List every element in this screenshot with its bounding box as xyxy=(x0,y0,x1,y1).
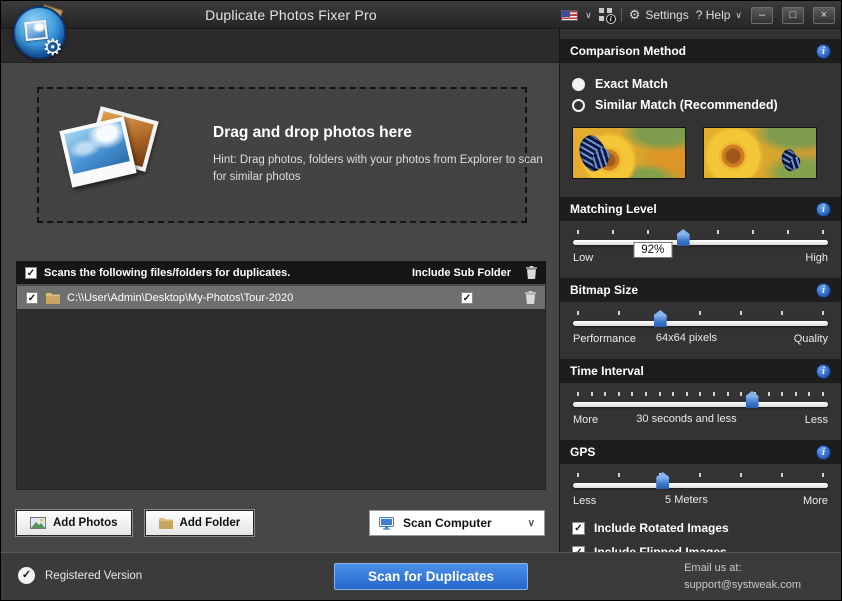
sample-image-left xyxy=(572,127,686,179)
time-interval-slider[interactable]: More Less 30 seconds and less xyxy=(560,383,841,430)
help-label: ? Help xyxy=(695,8,731,22)
slider-track[interactable] xyxy=(573,391,828,408)
language-chevron-icon[interactable]: ∨ xyxy=(585,10,592,21)
app-window: Duplicate Photos Fixer Pro ∨ i ⚙ Setting… xyxy=(0,0,842,601)
folder-icon xyxy=(46,292,60,304)
computer-icon xyxy=(379,516,394,530)
app-logo: ⚙ xyxy=(12,4,67,60)
select-all-checkbox[interactable] xyxy=(25,266,37,279)
include-rotated-option[interactable]: Include Rotated Images xyxy=(572,521,841,535)
footer-bar: ✓ Registered Version Scan for Duplicates… xyxy=(1,552,841,600)
comparison-method-header: Comparison Method i xyxy=(560,39,841,63)
radio-similar-match[interactable]: Similar Match (Recommended) xyxy=(572,98,829,112)
bitmap-size-info-icon[interactable]: i xyxy=(816,282,831,298)
slider-track[interactable] xyxy=(573,310,828,327)
bitmap-size-slider[interactable]: Performance Quality 64x64 pixels xyxy=(560,302,841,349)
file-list-header: Scans the following files/folders for du… xyxy=(16,261,546,284)
matching-level-slider[interactable]: 92% Low High xyxy=(560,221,841,268)
file-row[interactable]: C:\\User\Admin\Desktop\My-Photos\Tour-20… xyxy=(17,286,545,309)
titlebar: Duplicate Photos Fixer Pro ∨ i ⚙ Setting… xyxy=(1,1,841,29)
minimize-button[interactable]: – xyxy=(751,6,773,24)
radio-icon[interactable] xyxy=(572,98,585,112)
dropzone-hint: Hint: Drag photos, folders with your pho… xyxy=(213,153,543,183)
radio-exact-match[interactable]: Exact Match xyxy=(572,77,829,91)
settings-button[interactable]: ⚙ Settings xyxy=(629,7,689,23)
time-interval-header: Time Interval i xyxy=(560,359,841,383)
close-button[interactable]: × xyxy=(813,6,835,24)
support-email: Email us at: support@systweak.com xyxy=(684,560,801,594)
matching-level-info-icon[interactable]: i xyxy=(816,201,831,217)
system-info-icon[interactable]: i xyxy=(598,8,616,24)
app-title: Duplicate Photos Fixer Pro xyxy=(205,7,377,23)
add-photos-button[interactable]: Add Photos xyxy=(16,510,132,536)
dropdown-chevron-icon: ∨ xyxy=(527,517,535,529)
dropzone-title: Drag and drop photos here xyxy=(213,123,412,141)
logo-gear-icon: ⚙ xyxy=(42,34,63,60)
slider-track[interactable] xyxy=(573,472,828,489)
butterfly-shape xyxy=(779,147,802,173)
scan-target-dropdown[interactable]: Scan Computer ∨ xyxy=(369,510,545,536)
time-interval-value: 30 seconds and less xyxy=(636,413,737,425)
radio-icon[interactable] xyxy=(572,77,585,91)
titlebar-divider xyxy=(620,8,622,22)
folder-icon xyxy=(158,518,173,529)
add-folder-button[interactable]: Add Folder xyxy=(144,510,255,536)
gps-value: 5 Meters xyxy=(665,494,708,506)
sample-image-right xyxy=(703,127,817,179)
registered-version: ✓ Registered Version xyxy=(18,567,142,584)
delete-all-icon[interactable] xyxy=(526,266,537,279)
include-rotated-checkbox[interactable] xyxy=(572,521,585,535)
settings-label: Settings xyxy=(645,8,689,22)
gps-header: GPS i xyxy=(560,440,841,464)
info-badge-icon: i xyxy=(605,14,616,24)
comparison-info-icon[interactable]: i xyxy=(816,43,831,59)
scan-for-duplicates-button[interactable]: Scan for Duplicates xyxy=(334,563,528,590)
maximize-button[interactable]: □ xyxy=(782,6,804,24)
include-sub-folder-checkbox[interactable] xyxy=(461,291,473,304)
matching-level-header: Matching Level i xyxy=(560,197,841,221)
registered-label: Registered Version xyxy=(45,569,143,582)
bitmap-size-value: 64x64 pixels xyxy=(655,332,718,344)
include-flipped-option[interactable]: Include Flipped Images xyxy=(572,545,841,552)
include-sub-folder-label: Include Sub Folder xyxy=(411,266,511,279)
butterfly-shape xyxy=(575,131,611,175)
titlebar-controls: ∨ i ⚙ Settings ? Help ∨ – □ × xyxy=(561,1,835,29)
photos-stack-icon xyxy=(57,101,185,209)
time-interval-info-icon[interactable]: i xyxy=(816,363,831,379)
file-list-body: C:\\User\Admin\Desktop\My-Photos\Tour-20… xyxy=(16,286,546,490)
actions-bar: Add Photos Add Folder Scan Computer ∨ xyxy=(16,510,545,536)
sample-images xyxy=(560,123,841,187)
slider-track[interactable] xyxy=(573,229,828,246)
gps-info-icon[interactable]: i xyxy=(816,444,831,460)
file-list: Scans the following files/folders for du… xyxy=(16,261,546,490)
file-list-header-label: Scans the following files/folders for du… xyxy=(44,266,291,279)
left-panel: Drag and drop photos here Hint: Drag pho… xyxy=(1,63,561,552)
registered-check-icon: ✓ xyxy=(18,567,35,584)
file-row-path: C:\\User\Admin\Desktop\My-Photos\Tour-20… xyxy=(67,291,294,304)
gear-icon: ⚙ xyxy=(628,7,641,22)
help-chevron-icon: ∨ xyxy=(735,9,742,20)
support-email-address[interactable]: support@systweak.com xyxy=(684,577,801,594)
dropzone[interactable]: Drag and drop photos here Hint: Drag pho… xyxy=(37,87,543,223)
comparison-options: Exact Match Similar Match (Recommended) xyxy=(560,63,841,123)
bitmap-size-header: Bitmap Size i xyxy=(560,278,841,302)
file-row-checkbox[interactable] xyxy=(26,291,38,304)
scan-target-value: Scan Computer xyxy=(403,516,492,530)
photo-icon xyxy=(30,517,46,529)
help-button[interactable]: ? Help ∨ xyxy=(696,8,742,22)
delete-row-icon[interactable] xyxy=(525,291,536,304)
language-flag-icon[interactable] xyxy=(561,9,579,21)
gps-slider[interactable]: Less More 5 Meters xyxy=(560,464,841,511)
matching-level-value: 92% xyxy=(633,242,673,258)
settings-panel: Comparison Method i Exact Match Similar … xyxy=(559,29,841,552)
left-top-strip xyxy=(1,29,561,63)
